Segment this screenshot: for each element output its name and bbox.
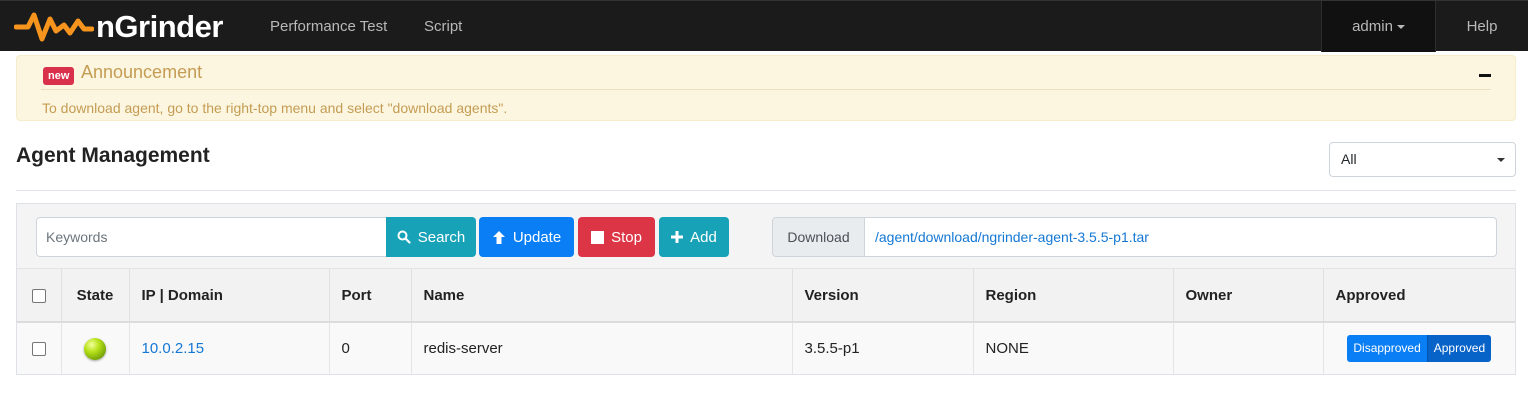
search-button-label: Search — [417, 228, 466, 246]
logo-text: nGrinder — [96, 9, 223, 44]
nav-script[interactable]: Script — [424, 1, 462, 52]
user-name: admin — [1352, 18, 1393, 35]
version-cell: 3.5.5-p1 — [792, 322, 974, 374]
stop-button[interactable]: Stop — [578, 217, 655, 257]
header-state[interactable]: State — [61, 269, 130, 323]
approved-cell: Disapproved Approved — [1323, 322, 1515, 374]
header-name[interactable]: Name — [411, 269, 793, 323]
disapprove-button[interactable]: Disapproved — [1347, 335, 1427, 362]
arrow-up-icon — [492, 230, 505, 244]
announcement-divider — [41, 89, 1491, 90]
new-badge: new — [43, 67, 75, 85]
approve-button[interactable]: Approved — [1426, 335, 1492, 362]
row-checkbox[interactable] — [31, 342, 46, 357]
filter-selected-value: All — [1341, 151, 1357, 167]
top-navbar: nGrinder Performance Test Script admin H… — [0, 0, 1528, 52]
search-button[interactable]: Search — [386, 217, 476, 257]
add-button[interactable]: Add — [659, 217, 729, 257]
update-button-label: Update — [512, 228, 562, 246]
state-running-icon — [84, 337, 106, 360]
header-divider — [16, 190, 1516, 191]
stop-button-label: Stop — [611, 228, 642, 246]
download-label: Download — [772, 217, 865, 257]
select-caret-icon — [1497, 158, 1505, 162]
nav-performance-test[interactable]: Performance Test — [270, 1, 387, 52]
agent-panel: Search Update Stop Add Download /agent/d… — [16, 203, 1516, 375]
plus-icon — [671, 231, 684, 243]
region-filter-select[interactable]: All — [1329, 142, 1516, 177]
name-cell: redis-server — [411, 322, 793, 374]
select-all-checkbox[interactable] — [31, 288, 46, 303]
user-menu[interactable]: admin — [1321, 1, 1436, 52]
header-region[interactable]: Region — [973, 269, 1174, 323]
update-button[interactable]: Update — [479, 217, 574, 257]
announcement-panel: new Announcement To download agent, go t… — [16, 55, 1516, 121]
header-approved: Approved — [1323, 269, 1515, 323]
announcement-text: To download agent, go to the right-top m… — [42, 100, 508, 116]
keyword-search-input[interactable] — [36, 217, 386, 257]
header-port[interactable]: Port — [329, 269, 412, 323]
agent-toolbar: Search Update Stop Add Download /agent/d… — [17, 204, 1515, 269]
caret-down-icon — [1396, 25, 1405, 30]
announcement-title: Announcement — [81, 62, 203, 82]
table-header-row: State IP | Domain Port Name Version Regi… — [17, 269, 1515, 323]
ip-cell: 10.0.2.15 — [129, 322, 330, 374]
port-cell: 0 — [329, 322, 412, 374]
pulse-logo-icon — [14, 12, 94, 42]
table-row: 10.0.2.15 0 redis-server 3.5.5-p1 NONE D… — [17, 322, 1515, 374]
header-owner[interactable]: Owner — [1173, 269, 1324, 323]
agent-ip-link[interactable]: 10.0.2.15 — [142, 340, 205, 357]
approval-toggle: Disapproved Approved — [1347, 335, 1492, 362]
download-agent-link[interactable]: /agent/download/ngrinder-agent-3.5.5-p1.… — [865, 217, 1497, 257]
owner-cell — [1173, 322, 1324, 374]
stop-square-icon — [591, 230, 605, 244]
region-cell: NONE — [973, 322, 1174, 374]
header-ip-domain[interactable]: IP | Domain — [129, 269, 330, 323]
nav-help[interactable]: Help — [1436, 1, 1528, 52]
add-button-label: Add — [690, 228, 717, 246]
select-all-cell — [17, 269, 62, 323]
header-version[interactable]: Version — [792, 269, 974, 323]
state-cell — [61, 322, 130, 374]
row-select-cell — [17, 322, 62, 374]
agent-table: State IP | Domain Port Name Version Regi… — [17, 269, 1515, 374]
search-icon — [397, 230, 411, 244]
ngrinder-logo[interactable]: nGrinder — [14, 7, 223, 47]
collapse-minus-icon[interactable] — [1479, 74, 1491, 77]
page-title: Agent Management — [16, 144, 210, 167]
